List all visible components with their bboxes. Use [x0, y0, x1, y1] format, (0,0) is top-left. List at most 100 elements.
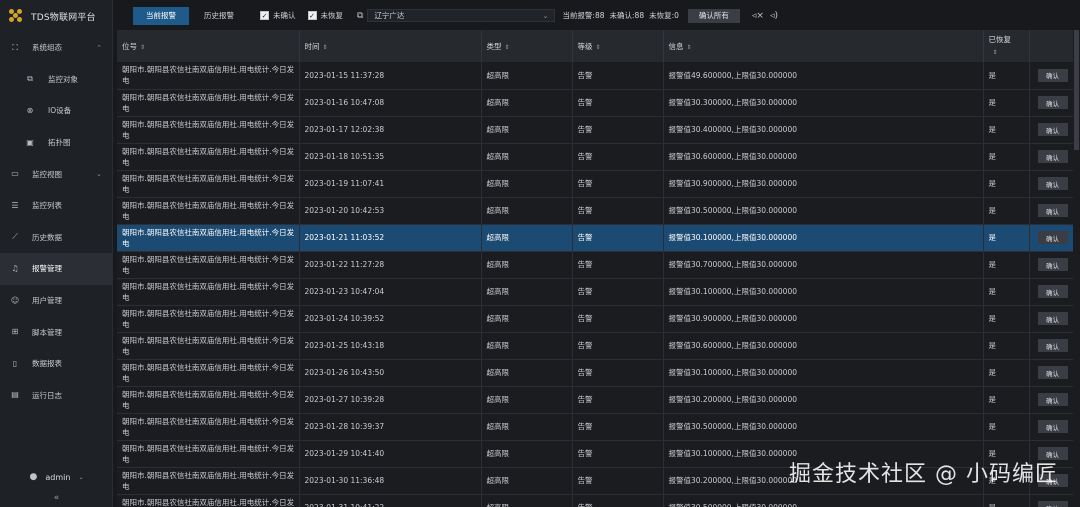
cell-position: 朝阳市.朝阳县农信社南双庙信用社.用电统计.今日发电 [117, 332, 300, 360]
table-row[interactable]: 朝阳市.朝阳县农信社南双庙信用社.用电统计.今日发电 2023-01-28 10:… [117, 413, 1073, 441]
confirm-button[interactable]: 确认 [1037, 96, 1068, 109]
confirm-button[interactable]: 确认 [1037, 366, 1068, 379]
col-time[interactable]: 时间 ⇕ [299, 30, 482, 62]
confirm-button[interactable]: 确认 [1037, 123, 1068, 136]
table-row[interactable]: 朝阳市.朝阳县农信社南双庙信用社.用电统计.今日发电 2023-01-27 10:… [117, 386, 1073, 414]
stat-unrecovered: 未恢复:0 [649, 11, 679, 20]
cell-type: 超高限 [481, 62, 573, 90]
org-select[interactable]: 辽宁广达 ⌄ [367, 9, 556, 22]
table-body: 朝阳市.朝阳县农信社南双庙信用社.用电统计.今日发电 2023-01-15 11:… [117, 62, 1073, 507]
sidebar-item-11[interactable]: ▤ 运行日志 [0, 380, 112, 412]
confirm-button[interactable]: 确认 [1037, 177, 1068, 190]
confirm-button[interactable]: 确认 [1037, 420, 1068, 433]
sidebar-item-3[interactable]: ▣ 拓扑图 [0, 127, 112, 159]
confirm-button[interactable]: 确认 [1037, 285, 1068, 298]
unconfirmed-label: 未确认 [273, 11, 296, 20]
table-row[interactable]: 朝阳市.朝阳县农信社南双庙信用社.用电统计.今日发电 2023-01-18 10:… [117, 143, 1073, 171]
confirm-button[interactable]: 确认 [1037, 68, 1068, 82]
cell-time: 2023-01-26 10:43:50 [299, 359, 482, 387]
sidebar-item-6[interactable]: ⟋ 历史数据 [0, 222, 112, 254]
unconfirmed-checkbox[interactable]: ✓ 未确认 [260, 10, 296, 21]
sidebar-item-2[interactable]: ⊗ IO设备 [0, 95, 112, 127]
col-type[interactable]: 类型 ⇕ [481, 30, 573, 62]
confirm-button[interactable]: 确认 [1037, 258, 1068, 271]
sidebar-nav: ⛶ 系统组态 ⌃ ⧉ 监控对象 ⊗ IO设备 ▣ 拓扑图 ▭ 监控视图 ⌄ ☰ 监控列表 ⟋ 历史数据 ♫ 报警管… [0, 32, 112, 411]
table-row[interactable]: 朝阳市.朝阳县农信社南双庙信用社.用电统计.今日发电 2023-01-15 11:… [117, 62, 1073, 90]
cell-action: 确认 [1029, 170, 1073, 198]
table-row[interactable]: 朝阳市.朝阳县农信社南双庙信用社.用电统计.今日发电 2023-01-24 10:… [117, 305, 1073, 333]
col-level[interactable]: 等级 ⇕ [572, 30, 664, 62]
cell-info: 报警值30.900000,上限值30.000000 [663, 305, 984, 333]
cell-action: 确认 [1029, 359, 1073, 387]
confirm-button[interactable]: 确认 [1037, 312, 1068, 325]
unrecovered-checkbox[interactable]: ✓ 未恢复 [307, 10, 343, 21]
sidebar-item-7[interactable]: ♫ 报警管理 [0, 253, 112, 285]
sidebar-item-label: 历史数据 [32, 232, 62, 242]
cell-type: 超高限 [481, 197, 573, 225]
cell-level: 告警 [572, 143, 664, 171]
tab-current-alarms[interactable]: 当前报警 [133, 6, 189, 25]
cell-action: 确认 [1029, 224, 1073, 252]
cell-position: 朝阳市.朝阳县农信社南双庙信用社.用电统计.今日发电 [117, 413, 300, 441]
col-info[interactable]: 信息 ⇕ [663, 30, 984, 62]
col-recovered[interactable]: 已恢复 ⇕ [983, 30, 1030, 62]
user-menu[interactable]: ● admin ⌄ [0, 468, 113, 486]
cell-time: 2023-01-24 10:39:52 [299, 305, 482, 333]
col-position[interactable]: 位号 ⇕ [117, 30, 300, 62]
user-icon: ● [29, 472, 38, 482]
cell-position: 朝阳市.朝阳县农信社南双庙信用社.用电统计.今日发电 [117, 359, 300, 387]
confirm-button[interactable]: 确认 [1037, 501, 1068, 507]
cell-position: 朝阳市.朝阳县农信社南双庙信用社.用电统计.今日发电 [117, 386, 300, 414]
cell-time: 2023-01-17 12:02:38 [299, 116, 482, 144]
table-row[interactable]: 朝阳市.朝阳县农信社南双庙信用社.用电统计.今日发电 2023-01-22 11:… [117, 251, 1073, 279]
list-icon: ☰ [11, 200, 19, 210]
confirm-button[interactable]: 确认 [1037, 150, 1068, 163]
sidebar-item-9[interactable]: ⊞ 脚本管理 [0, 316, 112, 348]
table-row[interactable]: 朝阳市.朝阳县农信社南双庙信用社.用电统计.今日发电 2023-01-20 10:… [117, 197, 1073, 225]
cell-action: 确认 [1029, 251, 1073, 279]
scrollbar-thumb[interactable] [1074, 30, 1079, 150]
cell-time: 2023-01-23 10:47:04 [299, 278, 482, 306]
cell-position: 朝阳市.朝阳县农信社南双庙信用社.用电统计.今日发电 [117, 62, 300, 90]
cell-level: 告警 [572, 332, 664, 360]
cell-position: 朝阳市.朝阳县农信社南双庙信用社.用电统计.今日发电 [117, 143, 300, 171]
confirm-button[interactable]: 确认 [1037, 339, 1068, 352]
confirm-all-button[interactable]: 确认所有 [687, 8, 740, 23]
table-row[interactable]: 朝阳市.朝阳县农信社南双庙信用社.用电统计.今日发电2023-01-31 10:… [117, 494, 1073, 507]
cell-type: 超高限 [481, 89, 573, 117]
grid-icon: ⊞ [11, 327, 19, 337]
sidebar-item-0[interactable]: ⛶ 系统组态 ⌃ [0, 32, 112, 64]
sidebar-item-5[interactable]: ☰ 监控列表 [0, 190, 112, 222]
cell-time: 2023-01-20 10:42:53 [299, 197, 482, 225]
collapse-sidebar-icon[interactable]: « [0, 493, 113, 503]
table-row[interactable]: 朝阳市.朝阳县农信社南双庙信用社.用电统计.今日发电 2023-01-19 11:… [117, 170, 1073, 198]
sidebar-item-4[interactable]: ▭ 监控视图 ⌄ [0, 158, 112, 190]
col-action [1029, 30, 1073, 62]
table-scrollbar[interactable] [1073, 30, 1080, 507]
chevron-down-icon: ⌄ [78, 473, 84, 481]
confirm-button[interactable]: 确认 [1037, 204, 1068, 217]
bell-icon: ♫ [11, 263, 19, 273]
cell-position: 朝阳市.朝阳县农信社南双庙信用社.用电统计.今日发电 [117, 467, 300, 495]
table-row[interactable]: 朝阳市.朝阳县农信社南双庙信用社.用电统计.今日发电 2023-01-21 11:… [117, 224, 1073, 252]
sidebar-item-10[interactable]: ▯ 数据报表 [0, 348, 112, 380]
sidebar-item-1[interactable]: ⧉ 监控对象 [0, 64, 112, 96]
device-icon: ⊗ [26, 105, 34, 115]
confirm-button[interactable]: 确认 [1037, 393, 1068, 406]
tab-history-alarms[interactable]: 历史报警 [191, 7, 247, 25]
sidebar-item-8[interactable]: ☺ 用户管理 [0, 285, 112, 317]
table-row[interactable]: 朝阳市.朝阳县农信社南双庙信用社.用电统计.今日发电 2023-01-16 10:… [117, 89, 1073, 117]
volume-icon[interactable]: ◃) [770, 11, 778, 21]
check-icon: ✓ [260, 11, 269, 20]
table-row[interactable]: 朝阳市.朝阳县农信社南双庙信用社.用电统计.今日发电 2023-01-23 10:… [117, 278, 1073, 306]
cell-time: 2023-01-16 10:47:08 [299, 89, 482, 117]
mute-icon[interactable]: ◃× [752, 11, 764, 21]
table-row[interactable]: 朝阳市.朝阳县农信社南双庙信用社.用电统计.今日发电 2023-01-17 12:… [117, 116, 1073, 144]
book-icon: ▯ [12, 358, 18, 368]
table-row[interactable]: 朝阳市.朝阳县农信社南双庙信用社.用电统计.今日发电 2023-01-25 10:… [117, 332, 1073, 360]
table-row[interactable]: 朝阳市.朝阳县农信社南双庙信用社.用电统计.今日发电 2023-01-26 10:… [117, 359, 1073, 387]
confirm-button[interactable]: 确认 [1037, 231, 1068, 244]
cell-type: 超高限 [481, 413, 573, 441]
cell-recovered: 是 [983, 332, 1030, 360]
cell-type: 超高限 [481, 143, 573, 171]
